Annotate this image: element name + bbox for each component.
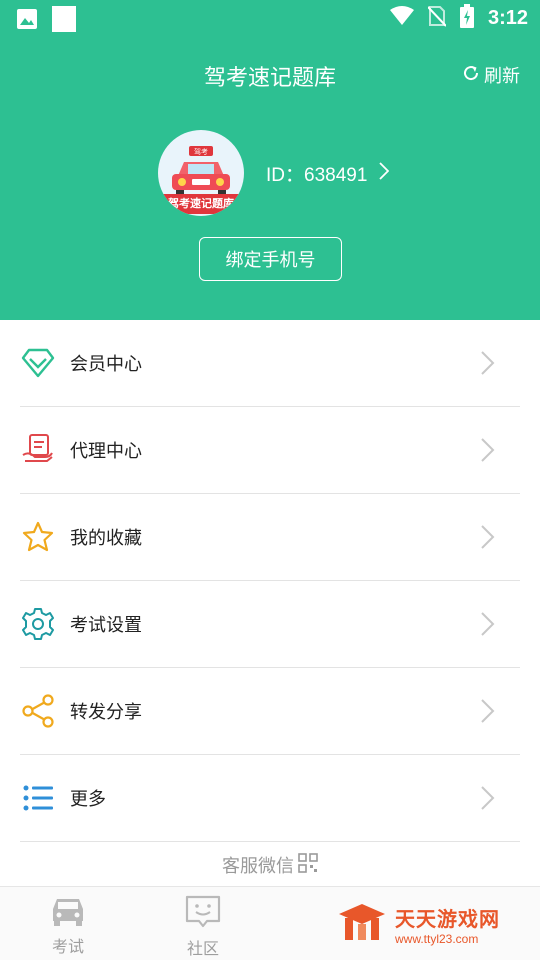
header: 3:12 驾考速记题库 刷新 驾考 驾考速记题库 ID：638491 绑定手机号 (0, 0, 540, 320)
agent-hand-icon (20, 432, 56, 468)
refresh-button[interactable]: 刷新 (462, 62, 520, 88)
star-icon (20, 519, 56, 555)
image-icon (16, 8, 38, 34)
chevron-right-icon (480, 785, 496, 811)
menu-item-vip-center[interactable]: 会员中心 (20, 320, 520, 407)
menu-item-label: 更多 (70, 789, 106, 810)
menu-item-favorites[interactable]: 我的收藏 (20, 494, 520, 581)
user-id: ID：638491 (266, 165, 368, 186)
qr-code-icon (298, 852, 318, 878)
chevron-right-icon (480, 437, 496, 463)
menu-item-agent-center[interactable]: 代理中心 (20, 407, 520, 494)
chevron-right-icon (480, 524, 496, 550)
chevron-right-icon (480, 611, 496, 637)
watermark-title: 天天游戏网 (395, 906, 500, 931)
menu-item-share[interactable]: 转发分享 (20, 668, 520, 755)
menu-item-label: 我的收藏 (70, 528, 142, 549)
gear-icon (20, 606, 56, 642)
customer-service-wechat[interactable]: 客服微信 (0, 852, 540, 878)
tab-label: 考试 (51, 937, 84, 956)
diamond-icon (20, 345, 56, 381)
square-icon (52, 6, 76, 36)
menu-item-label: 考试设置 (70, 615, 142, 636)
share-icon (20, 693, 56, 729)
menu-list: 会员中心 代理中心 我的收藏 考试设置 转发分享 更多 (0, 320, 540, 842)
menu-item-label: 转发分享 (70, 702, 142, 723)
tab-label: 社区 (186, 939, 219, 958)
customer-service-label: 客服微信 (222, 856, 294, 877)
battery-charging-icon (459, 4, 474, 32)
menu-item-label: 代理中心 (70, 441, 142, 462)
chat-icon (185, 895, 221, 933)
wifi-icon (389, 6, 414, 30)
bind-phone-button[interactable]: 绑定手机号 (199, 237, 342, 281)
menu-item-more[interactable]: 更多 (20, 755, 520, 842)
menu-item-label: 会员中心 (70, 354, 142, 375)
chevron-right-icon (379, 161, 390, 186)
clock: 3:12 (487, 6, 528, 29)
menu-item-exam-settings[interactable]: 考试设置 (20, 581, 520, 668)
car-icon (49, 899, 87, 931)
page-title: 驾考速记题库 (203, 66, 336, 91)
refresh-icon (462, 64, 480, 87)
avatar[interactable]: 驾考 驾考速记题库 (158, 130, 244, 216)
chevron-right-icon (480, 698, 496, 724)
no-sim-icon (427, 5, 447, 31)
watermark-url: www.ttyl23.com (395, 931, 479, 946)
tab-community[interactable]: 社区 (163, 895, 243, 959)
watermark: 天天游戏网 www.ttyl23.com (337, 902, 500, 946)
status-bar: 3:12 (0, 0, 540, 36)
refresh-label: 刷新 (484, 66, 520, 87)
tab-exam[interactable]: 考试 (28, 895, 108, 957)
svg-text:驾考: 驾考 (194, 147, 208, 156)
watermark-logo-icon (337, 902, 387, 946)
user-id-link[interactable]: ID：638491 (266, 160, 390, 187)
chevron-right-icon (480, 350, 496, 376)
avatar-caption: 驾考速记题库 (158, 194, 244, 214)
list-icon (20, 780, 56, 816)
title-bar: 驾考速记题库 刷新 (0, 52, 540, 96)
